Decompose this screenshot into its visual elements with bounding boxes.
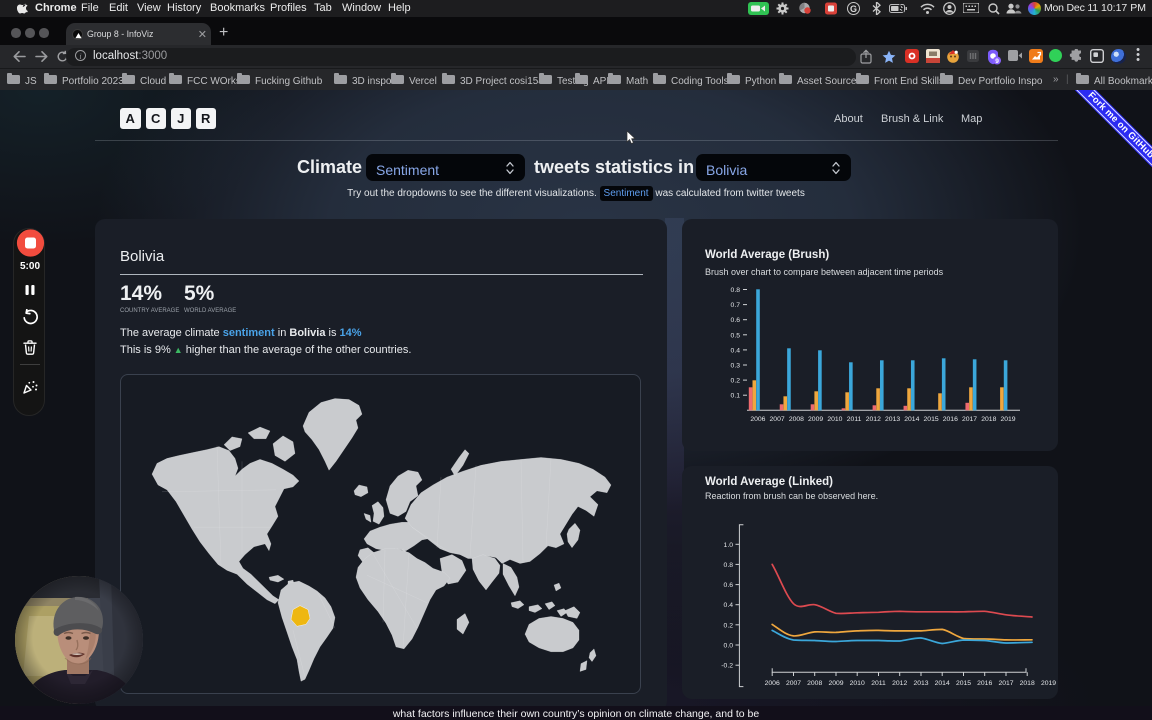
svg-text:2011: 2011 [847,416,862,423]
svg-text:2014: 2014 [935,680,950,687]
svg-text:2007: 2007 [786,680,801,687]
svg-text:0.6: 0.6 [731,317,741,324]
svg-text:0.3: 0.3 [731,363,741,370]
svg-text:2018: 2018 [1020,680,1035,687]
svg-text:0.0: 0.0 [724,643,734,650]
svg-text:2012: 2012 [892,680,907,687]
svg-text:2011: 2011 [871,680,886,687]
svg-text:2013: 2013 [913,680,928,687]
svg-text:2009: 2009 [828,680,843,687]
svg-text:0.6: 0.6 [724,582,734,589]
svg-text:-0.2: -0.2 [721,663,733,670]
svg-text:2013: 2013 [885,416,900,423]
svg-text:2017: 2017 [998,680,1013,687]
svg-text:2014: 2014 [904,416,919,423]
svg-text:2015: 2015 [924,416,939,423]
svg-text:2010: 2010 [850,680,865,687]
svg-text:0.2: 0.2 [724,622,734,629]
svg-text:0.8: 0.8 [731,287,741,294]
svg-text:2009: 2009 [808,416,823,423]
svg-text:G: G [850,4,857,14]
svg-text:2016: 2016 [977,680,992,687]
svg-text:2010: 2010 [827,416,842,423]
svg-text:0.4: 0.4 [724,602,734,609]
svg-text:9: 9 [995,58,999,65]
svg-text:2019: 2019 [1041,680,1056,687]
svg-text:0.4: 0.4 [731,347,741,354]
svg-text:0.1: 0.1 [731,393,741,400]
svg-text:2016: 2016 [943,416,958,423]
svg-text:1.0: 1.0 [724,542,734,549]
svg-text:2008: 2008 [807,680,822,687]
svg-text:0.7: 0.7 [731,302,741,309]
svg-text:2012: 2012 [866,416,881,423]
svg-text:2018: 2018 [981,416,996,423]
svg-text:2015: 2015 [956,680,971,687]
svg-text:2007: 2007 [770,416,785,423]
svg-text:2008: 2008 [789,416,804,423]
svg-text:2019: 2019 [1000,416,1015,423]
svg-text:2017: 2017 [962,416,977,423]
svg-text:2006: 2006 [750,416,765,423]
svg-text:0.2: 0.2 [731,378,741,385]
svg-text:2006: 2006 [765,680,780,687]
svg-text:0.8: 0.8 [724,562,734,569]
svg-text:0.5: 0.5 [731,332,741,339]
